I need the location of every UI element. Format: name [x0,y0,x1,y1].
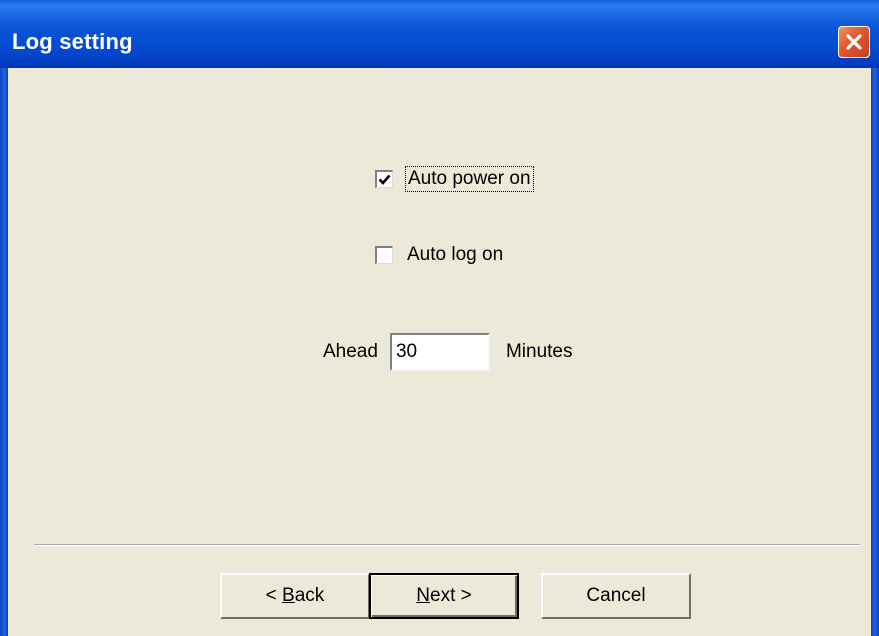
cancel-button[interactable]: Cancel [541,573,691,619]
window-frame-right [871,68,879,636]
auto-log-on-label[interactable]: Auto log on [407,244,503,266]
auto-log-on-option[interactable]: Auto log on [375,244,503,266]
ahead-row: Ahead Minutes [323,333,572,371]
title-bar[interactable]: Log setting [0,0,879,68]
window-frame-left [0,68,8,636]
next-button[interactable]: Next > [369,573,519,619]
cancel-button-label: Cancel [586,585,646,606]
separator [34,544,860,546]
auto-power-on-checkbox[interactable] [375,170,393,188]
back-button-label: < Back [265,585,325,606]
window-title: Log setting [12,29,133,54]
ahead-minutes-input[interactable] [389,333,490,371]
auto-log-on-checkbox[interactable] [375,246,393,264]
minutes-label: Minutes [505,341,573,362]
auto-power-on-label[interactable]: Auto power on [405,166,534,192]
auto-power-on-option[interactable]: Auto power on [375,166,534,192]
next-button-label: Next > [416,585,472,606]
close-button[interactable] [838,26,870,58]
back-button[interactable]: < Back [220,573,370,619]
log-setting-dialog: Log setting Auto power on Auto log on Ah… [0,0,879,636]
ahead-label: Ahead [323,341,378,362]
